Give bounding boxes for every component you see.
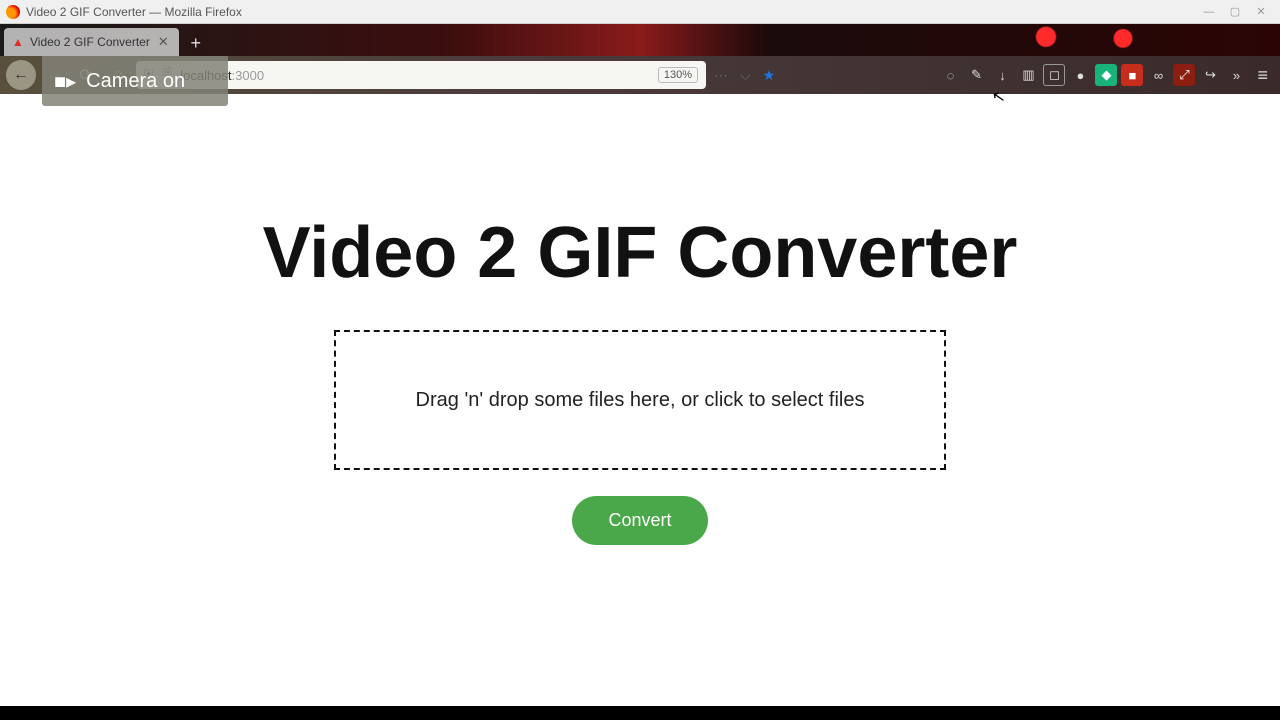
page-content: Video 2 GIF Converter Drag 'n' drop some… [0, 94, 1280, 706]
video-bottom-bar [0, 706, 1280, 720]
sidebar-icon[interactable]: ◻ [1043, 64, 1065, 86]
zoom-indicator[interactable]: 130% [658, 67, 698, 83]
page-actions-icon[interactable]: ⋯ [710, 67, 732, 84]
tab-close-button[interactable]: ✕ [156, 34, 171, 50]
window-close-button[interactable]: ✕ [1248, 3, 1274, 21]
bookmark-star-icon[interactable]: ★ [759, 67, 780, 84]
tab-active[interactable]: ▲ Video 2 GIF Converter ✕ [4, 28, 179, 56]
ext-icon-2[interactable]: ✎ [965, 64, 987, 86]
navigation-toolbar: ■▸ Camera on ← → ⟳ ⌂ ⛨ 🗎 localhost:3000 … [0, 56, 1280, 94]
new-tab-button[interactable]: + [183, 30, 209, 56]
window-minimize-button[interactable]: — [1196, 3, 1222, 21]
downloads-icon[interactable]: ↓ [991, 64, 1013, 86]
window-maximize-button[interactable]: ▢ [1222, 3, 1248, 21]
ext-icon-infinity[interactable]: ∞ [1147, 64, 1169, 86]
pocket-icon[interactable]: ⌵ [736, 67, 755, 84]
ext-icon-1[interactable]: ◌ [939, 64, 961, 86]
ext-icon-red[interactable]: ■ [1121, 64, 1143, 86]
tab-favicon-warning-icon: ▲ [12, 36, 24, 48]
ext-icon-avatar[interactable]: ● [1069, 64, 1091, 86]
window-titlebar: Video 2 GIF Converter — Mozilla Firefox … [0, 0, 1280, 24]
convert-button[interactable]: Convert [572, 496, 707, 545]
extensions-area: ◌ ✎ ↓ ▥ ◻ ● ◆ ■ ∞ ⤢ ↪ » ≡ [939, 64, 1274, 86]
file-dropzone[interactable]: Drag 'n' drop some files here, or click … [334, 330, 946, 470]
back-button[interactable]: ← [6, 60, 36, 90]
ext-icon-teal[interactable]: ◆ [1095, 64, 1117, 86]
tab-strip: ▲ Video 2 GIF Converter ✕ + [0, 24, 1280, 56]
dropzone-instructions: Drag 'n' drop some files here, or click … [416, 389, 865, 412]
camera-status-overlay: ■▸ Camera on [42, 56, 228, 106]
url-port: :3000 [232, 68, 265, 83]
app-menu-button[interactable]: ≡ [1251, 65, 1274, 86]
firefox-icon [6, 5, 20, 19]
window-title: Video 2 GIF Converter — Mozilla Firefox [26, 5, 242, 19]
ext-icon-expand[interactable]: ⤢ [1173, 64, 1195, 86]
tab-title: Video 2 GIF Converter [30, 35, 150, 49]
camera-icon: ■▸ [54, 69, 76, 94]
page-title: Video 2 GIF Converter [263, 212, 1018, 294]
overflow-icon[interactable]: » [1225, 64, 1247, 86]
library-icon[interactable]: ▥ [1017, 64, 1039, 86]
ext-icon-arrow[interactable]: ↪ [1199, 64, 1221, 86]
camera-status-label: Camera on [86, 70, 185, 93]
